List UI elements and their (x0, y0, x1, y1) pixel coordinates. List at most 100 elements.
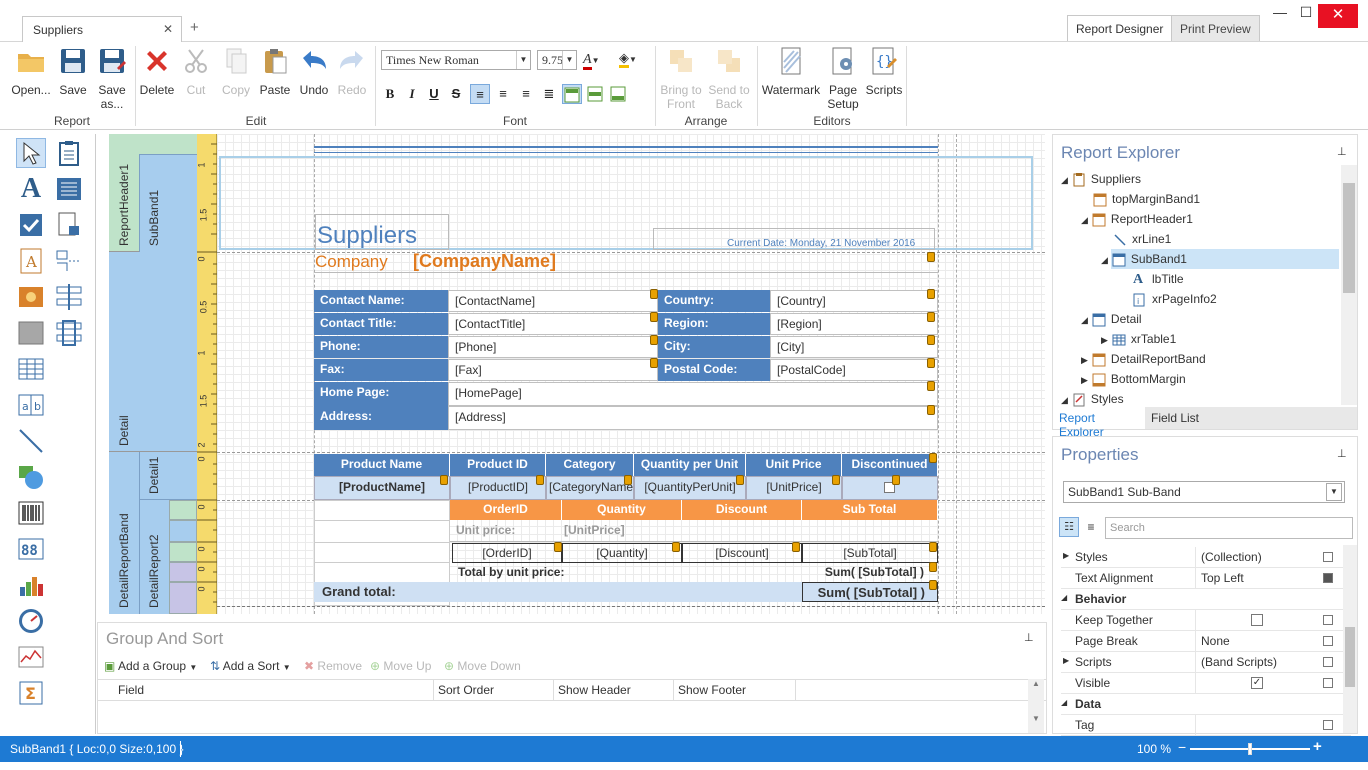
chevron-down-icon[interactable]: ▼ (562, 51, 576, 69)
contact-name-label[interactable]: Contact Name: (314, 290, 448, 312)
richtext-tool[interactable] (54, 174, 84, 204)
group-sort-scrollbar[interactable]: ▲ ▼ (1028, 679, 1044, 733)
checkbox-tool[interactable] (16, 210, 46, 240)
tree-item-bottom-margin[interactable]: ▶ BottomMargin (1081, 369, 1186, 389)
contact-title-label[interactable]: Contact Title: (314, 313, 448, 335)
smart-tag-icon[interactable] (672, 542, 680, 552)
pin-icon[interactable]: ⊥ (1024, 631, 1034, 644)
tree-item-top-margin[interactable]: topMarginBand1 (1093, 189, 1200, 209)
minimize-button[interactable]: — (1268, 4, 1292, 26)
zoom-in-icon[interactable]: + (1313, 738, 1322, 755)
col-sub-total[interactable]: Sub Total (802, 500, 938, 520)
document-tab[interactable]: Suppliers ✕ (22, 16, 182, 42)
smart-tag-icon[interactable] (624, 475, 632, 485)
redo-button[interactable]: Redo (334, 46, 370, 97)
col-quantity-per-unit[interactable]: Quantity per Unit (634, 454, 746, 476)
keep-together-checkbox[interactable] (1251, 614, 1263, 626)
country-field[interactable]: [Country] (770, 290, 938, 312)
region-field[interactable]: [Region] (770, 313, 938, 335)
pin-icon[interactable]: ⊥ (1337, 145, 1347, 158)
design-surface[interactable]: Suppliers Current Date: Monday, 21 Novem… (217, 134, 1045, 614)
sub-total-field[interactable]: [SubTotal] (802, 543, 938, 563)
col-discontinued[interactable]: Discontinued (842, 454, 938, 476)
chevron-down-icon[interactable]: ▼ (516, 51, 530, 69)
prop-row-visible[interactable]: Visible ✓ (1061, 673, 1351, 694)
explorer-scroll-thumb[interactable] (1343, 183, 1355, 293)
discount-field[interactable]: [Discount] (682, 543, 802, 563)
prop-value[interactable]: None (1201, 634, 1230, 648)
valign-bottom-button[interactable] (608, 84, 628, 104)
strikeout-button[interactable]: S (446, 84, 466, 104)
justify-button[interactable]: ≣ (539, 84, 559, 104)
product-name-field[interactable]: [ProductName] (314, 476, 450, 500)
properties-scroll-thumb[interactable] (1345, 627, 1355, 687)
tree-item-detail-report-band[interactable]: ▶ DetailReportBand (1081, 349, 1206, 369)
add-group-button[interactable]: ▣ Add a Group ▼ (104, 659, 197, 673)
prop-reset-box[interactable] (1323, 615, 1333, 625)
grand-sum-field[interactable]: Sum( [SubTotal] ) (802, 582, 938, 602)
prop-reset-box[interactable] (1323, 720, 1333, 730)
prop-reset-box[interactable] (1323, 657, 1333, 667)
phone-field[interactable]: [Phone] (448, 336, 658, 358)
prop-reset-box[interactable] (1323, 552, 1333, 562)
smart-tag-icon[interactable] (927, 289, 935, 299)
font-color-button[interactable]: A▼ (583, 50, 615, 70)
page-setup-button[interactable]: Page Setup (824, 46, 862, 111)
move-up-button[interactable]: ⊕ Move Up (370, 659, 431, 673)
gauge-tool[interactable] (16, 606, 46, 636)
postal-code-field[interactable]: [PostalCode] (770, 359, 938, 381)
total-by-unit-label[interactable]: Total by unit price: (450, 563, 650, 583)
cut-button[interactable]: Cut (178, 46, 214, 97)
prop-row-styles[interactable]: ▶ Styles (Collection) (1061, 547, 1351, 568)
scroll-down-icon[interactable]: ▼ (1028, 714, 1044, 723)
smart-tag-icon[interactable] (650, 289, 658, 299)
col-discount[interactable]: Discount (682, 500, 802, 520)
barcode-tool[interactable] (16, 498, 46, 528)
smart-tag-icon[interactable] (927, 405, 935, 415)
smart-tag-icon[interactable] (892, 475, 900, 485)
scripts-button[interactable]: {} Scripts (864, 46, 904, 97)
save-button[interactable]: Save (56, 46, 90, 97)
align-left-button[interactable]: ≡ (470, 84, 490, 104)
tab-report-designer[interactable]: Report Designer (1067, 15, 1173, 41)
company-label[interactable]: Company (315, 252, 388, 272)
smart-tag-icon[interactable] (927, 358, 935, 368)
tree-item-styles[interactable]: ◢ Styles (1061, 389, 1124, 409)
smart-tag-icon[interactable] (554, 542, 562, 552)
prop-reset-box[interactable] (1323, 573, 1333, 583)
col-product-name[interactable]: Product Name (314, 454, 450, 476)
remove-button[interactable]: ✖ Remove (304, 659, 362, 673)
align-right-button[interactable]: ≡ (516, 84, 536, 104)
character-comb-tool[interactable]: ab (16, 390, 46, 420)
scroll-up-icon[interactable]: ▲ (1028, 679, 1044, 688)
quantity-field[interactable]: [Quantity] (562, 543, 682, 563)
prop-category-data[interactable]: ◢ Data (1061, 694, 1351, 715)
table-tool[interactable] (16, 354, 46, 384)
unit-price-field[interactable]: [UnitPrice] (746, 476, 842, 500)
contact-name-field[interactable]: [ContactName] (448, 290, 658, 312)
smart-tag-icon[interactable] (927, 252, 935, 262)
report-title[interactable]: Suppliers (317, 222, 417, 250)
smart-tag-icon[interactable] (929, 453, 937, 463)
region-label[interactable]: Region: (658, 313, 770, 335)
label-tool[interactable]: A (16, 173, 46, 204)
prop-value[interactable]: (Collection) (1201, 550, 1262, 564)
tree-item-suppliers[interactable]: ◢ Suppliers (1061, 169, 1141, 189)
close-tab-icon[interactable]: ✕ (163, 22, 173, 36)
home-page-field[interactable]: [HomePage] (448, 382, 938, 406)
bold-button[interactable]: B (380, 84, 400, 104)
font-name-combo[interactable]: Times New Roman ▼ (381, 50, 531, 70)
sum-subtotal-field[interactable]: Sum( [SubTotal] ) (802, 563, 928, 583)
tree-item-lbtitle[interactable]: AlbTitle (1133, 269, 1184, 289)
italic-button[interactable]: I (402, 84, 422, 104)
city-label[interactable]: City: (658, 336, 770, 358)
pin-icon[interactable]: ⊥ (1337, 447, 1347, 460)
prop-row-page-break[interactable]: Page Break None (1061, 631, 1351, 652)
smart-tag-icon[interactable] (650, 312, 658, 322)
smart-tag-icon[interactable] (440, 475, 448, 485)
cross-band-line-tool[interactable] (54, 282, 84, 312)
zoom-out-icon[interactable]: − (1178, 739, 1186, 755)
postal-code-label[interactable]: Postal Code: (658, 359, 770, 381)
cross-band-box-tool[interactable] (54, 318, 84, 348)
add-sort-button[interactable]: ⇅ Add a Sort ▼ (210, 659, 291, 673)
